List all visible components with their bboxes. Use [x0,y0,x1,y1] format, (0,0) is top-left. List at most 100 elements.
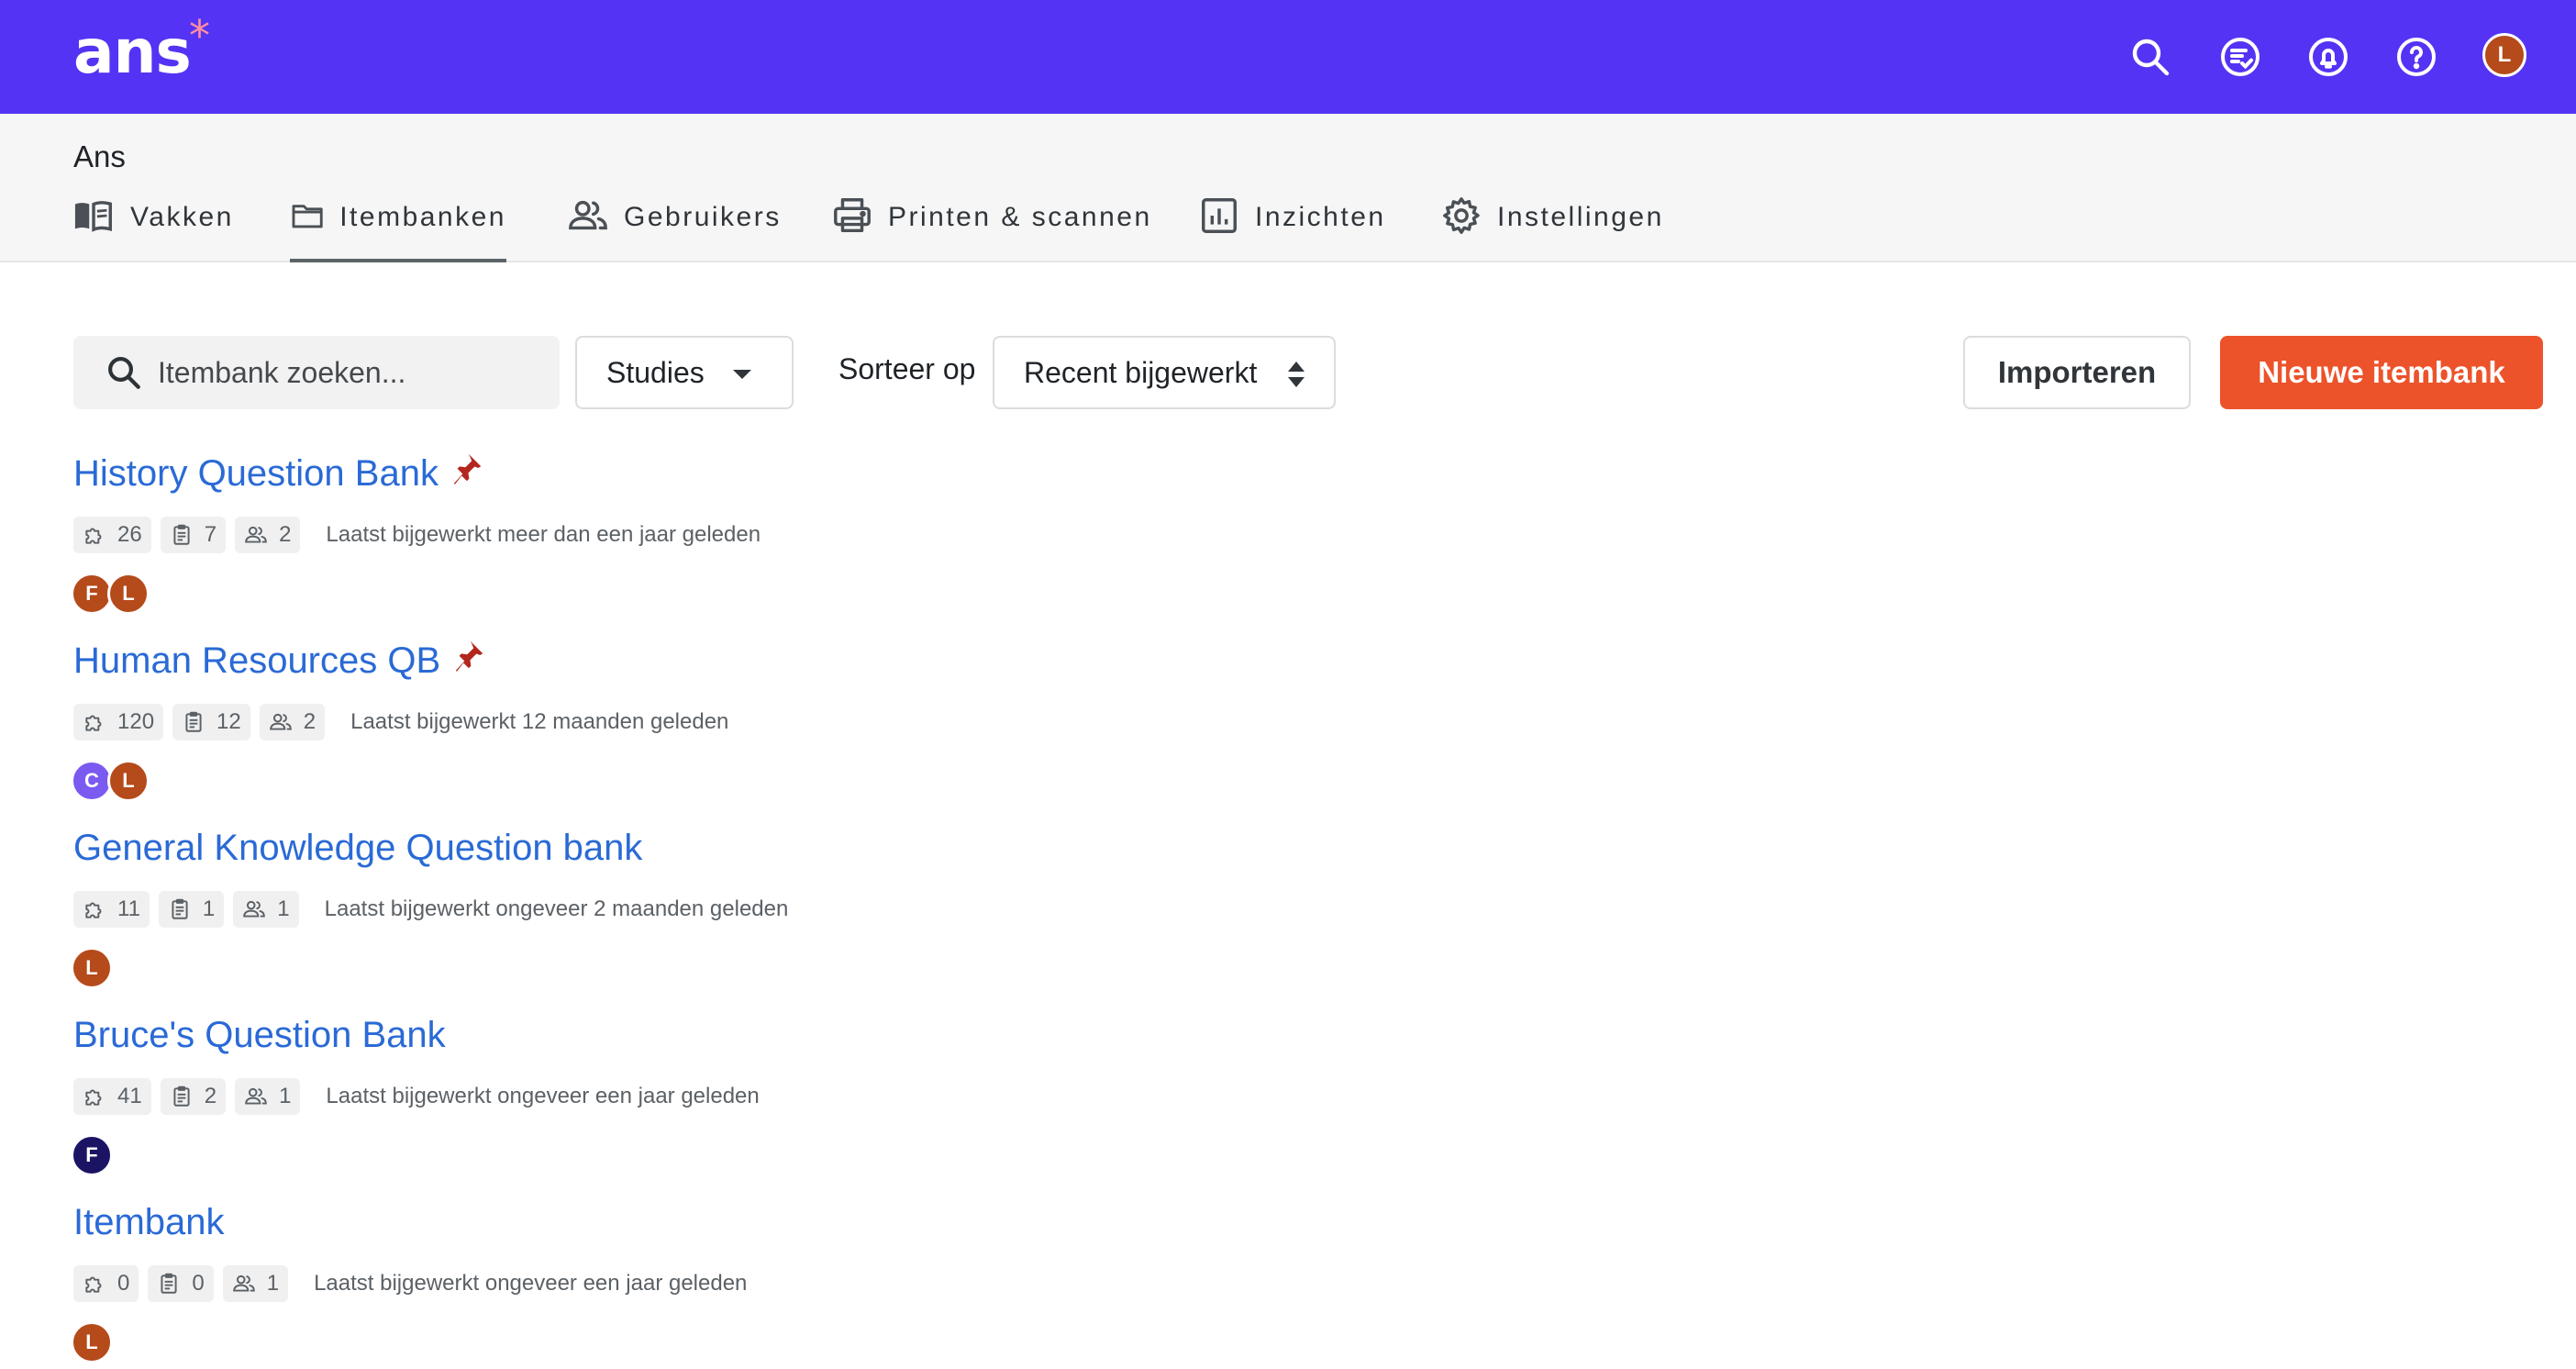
tab-printen-scannen[interactable]: Printen & scannen [831,198,1152,262]
clipboard-icon [161,1273,177,1294]
printer-icon [834,198,871,233]
users-icon [569,200,607,230]
itembank-list-item: History Question Bank 26 7 2 Laatst bijg… [71,451,761,615]
collaborator-avatar: F [71,1134,113,1176]
help-icon[interactable] [2394,35,2438,79]
tab-label: Printen & scannen [888,202,1152,232]
clipboard-icon [173,1085,190,1107]
puzzle-icon [85,528,102,544]
tab-gebruikers[interactable]: Gebruikers [567,200,782,262]
puzzle-icon [85,715,102,731]
tab-inzichten[interactable]: Inzichten [1198,198,1386,262]
last-updated-text: Laatst bijgewerkt ongeveer een jaar gele… [314,1271,748,1296]
tab-label: Gebruikers [624,202,782,232]
tab-itembanken[interactable]: Itembanken [290,202,506,262]
itembank-title-link[interactable]: History Question Bank [73,453,439,495]
itembank-title-link[interactable]: General Knowledge Question bank [73,828,642,869]
filter-value: Studies [606,355,705,389]
users-count: 2 [303,709,316,734]
folder-icon [292,205,323,228]
import-button[interactable]: Importeren [1963,336,2191,409]
pin-icon[interactable] [453,639,486,675]
collaborator-avatars: L [71,1321,113,1363]
collaborator-avatars: F [71,1134,113,1176]
users-icon [245,1087,267,1105]
assessments-count-badge: 1 [158,891,225,928]
items-count: 11 [117,896,140,921]
caret-down-icon [733,370,751,379]
users-count-badge: 1 [233,891,299,928]
assessments-count-badge: 7 [160,517,227,553]
itembank-meta: 11 1 1 Laatst bijgewerkt ongeveer 2 maan… [73,890,788,929]
sort-arrows-icon [1288,362,1305,387]
sort-select[interactable]: Recent bijgewerkt [993,336,1336,409]
logo-text: ans [73,17,192,87]
studies-filter-dropdown[interactable]: Studies [575,336,794,409]
section-header: Ans Vakken Itembanken Gebruikers Printen… [0,114,2576,262]
users-count: 1 [277,896,290,921]
logo-star: * [189,11,210,61]
clipboard-icon [172,898,188,919]
collaborator-avatars: CL [71,760,150,802]
user-avatar[interactable]: L [2482,33,2526,77]
collaborator-avatars: FL [71,573,150,615]
search-icon [108,357,140,389]
itembank-title-link[interactable]: Human Resources QB [73,640,440,682]
items-count: 41 [117,1084,142,1108]
pin-icon[interactable] [451,451,484,488]
items-count: 26 [117,522,142,547]
organization-name: Ans [73,139,126,173]
last-updated-text: Laatst bijgewerkt ongeveer 2 maanden gel… [324,896,789,921]
assessments-count-badge: 12 [172,704,250,740]
users-icon [269,713,292,730]
sort-value: Recent bijgewerkt [1024,355,1258,389]
collaborator-avatar: L [71,947,113,989]
users-count: 1 [279,1084,292,1108]
assessments-count: 2 [204,1084,217,1108]
collaborator-avatar: L [107,573,150,615]
puzzle-icon [85,1089,102,1106]
last-updated-text: Laatst bijgewerkt meer dan een jaar gele… [326,522,761,547]
users-count: 1 [266,1271,280,1296]
assessments-count: 0 [192,1271,205,1296]
last-updated-text: Laatst bijgewerkt 12 maanden geleden [350,709,729,734]
users-count-badge: 1 [235,1078,301,1115]
users-icon [232,1274,255,1292]
itembank-list-item: Bruce's Question Bank 41 2 1 Laatst bijg… [71,1015,760,1176]
users-count-badge: 2 [235,517,301,553]
collaborator-avatars: L [71,947,113,989]
last-updated-text: Laatst bijgewerkt ongeveer een jaar gele… [326,1084,760,1108]
clipboard-icon [185,711,202,732]
tab-label: Inzichten [1255,202,1386,232]
itembank-title-link[interactable]: Bruce's Question Bank [73,1015,446,1056]
tab-instellingen[interactable]: Instellingen [1440,197,1664,262]
items-count: 120 [117,709,155,734]
notifications-icon[interactable] [2306,35,2350,79]
itembank-list-item: Human Resources QB 120 12 2 Laatst bijge… [71,639,728,802]
tab-label: Instellingen [1497,202,1664,232]
itembank-title-link[interactable]: Itembank [73,1202,225,1243]
ans-logo[interactable]: ans * [73,11,210,87]
users-count-badge: 1 [222,1265,289,1302]
tab-label: Itembanken [339,202,506,232]
book-icon [74,201,112,232]
itembank-meta: 41 2 1 Laatst bijgewerkt ongeveer een ja… [73,1077,760,1116]
search-icon[interactable] [2128,35,2172,79]
items-count-badge: 120 [73,704,164,740]
collaborator-avatar: L [71,1321,113,1363]
users-icon [243,900,266,918]
tab-vakken[interactable]: Vakken [73,201,234,262]
clipboard-icon [173,524,190,545]
new-itembank-button[interactable]: Nieuwe itembank [2220,336,2543,409]
itembank-meta: 26 7 2 Laatst bijgewerkt meer dan een ja… [73,516,761,554]
search-box[interactable] [73,336,560,409]
search-input[interactable] [156,354,545,391]
puzzle-icon [85,1276,102,1293]
assessments-count: 7 [204,522,217,547]
items-count-badge: 11 [73,891,150,928]
assessments-count-badge: 0 [148,1265,214,1302]
items-count-badge: 26 [73,517,151,553]
itembank-meta: 120 12 2 Laatst bijgewerkt 12 maanden ge… [73,703,728,741]
tasks-icon[interactable] [2218,35,2262,79]
itembank-meta: 0 0 1 Laatst bijgewerkt ongeveer een jaa… [73,1264,747,1303]
